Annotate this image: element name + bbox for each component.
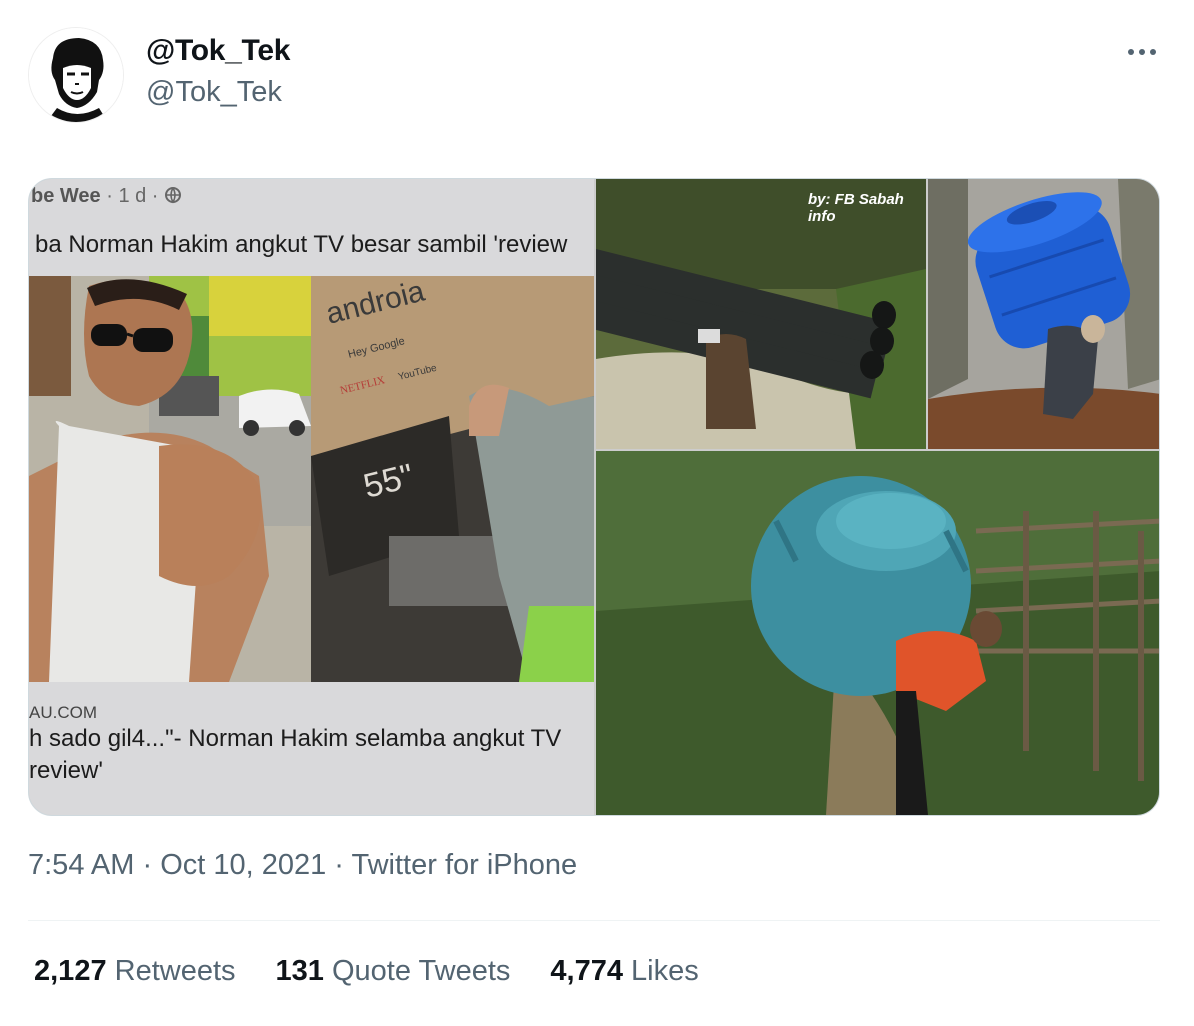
display-name[interactable]: @Tok_Tek bbox=[146, 34, 290, 68]
engagement-stats: 2,127 Retweets 131 Quote Tweets 4,774 Li… bbox=[34, 955, 699, 988]
tweet-timestamp: 7:54 AM · Oct 10, 2021 · Twitter for iPh… bbox=[28, 849, 577, 882]
retweets-label: Retweets bbox=[114, 955, 236, 987]
post-author: be Wee bbox=[31, 185, 101, 207]
likes-label: Likes bbox=[631, 955, 699, 987]
photo-credit: by: FB Sabah info bbox=[808, 191, 904, 225]
timestamp-separator: · bbox=[134, 849, 161, 881]
avatar-portrait-icon bbox=[29, 28, 123, 122]
globe-icon bbox=[165, 187, 182, 204]
media-photo-water-tank[interactable] bbox=[928, 179, 1159, 449]
quote-tweets-label: Quote Tweets bbox=[331, 955, 511, 987]
user-handle[interactable]: @Tok_Tek bbox=[146, 76, 282, 109]
tweet: @Tok_Tek @Tok_Tek be Wee · 1 d · ba Norm… bbox=[0, 0, 1194, 1026]
quote-tweets-stat[interactable]: 131 Quote Tweets bbox=[276, 955, 511, 988]
more-dot bbox=[1128, 49, 1134, 55]
more-dot bbox=[1150, 49, 1156, 55]
media-photo-pipes[interactable]: by: FB Sabah info bbox=[596, 179, 926, 449]
tweet-source-link[interactable]: Twitter for iPhone bbox=[352, 849, 578, 881]
post-meta: be Wee · 1 d · bbox=[31, 185, 182, 208]
retweets-stat[interactable]: 2,127 Retweets bbox=[34, 955, 236, 988]
post-time: · 1 d · bbox=[106, 185, 159, 207]
tweet-media[interactable]: be Wee · 1 d · ba Norman Hakim angkut TV… bbox=[28, 178, 1160, 816]
tweet-time[interactable]: 7:54 AM bbox=[28, 849, 134, 881]
tweet-date[interactable]: Oct 10, 2021 bbox=[160, 849, 326, 881]
media-photo-green-tank[interactable] bbox=[596, 451, 1159, 815]
more-options-icon[interactable] bbox=[1118, 36, 1166, 68]
likes-count: 4,774 bbox=[550, 955, 623, 987]
link-title-line: h sado gil4..."- Norman Hakim selamba an… bbox=[29, 725, 562, 752]
link-title: h sado gil4..."- Norman Hakim selamba an… bbox=[29, 723, 594, 787]
likes-stat[interactable]: 4,774 Likes bbox=[550, 955, 698, 988]
avatar[interactable] bbox=[28, 27, 124, 123]
divider bbox=[28, 920, 1160, 921]
media-screenshot[interactable]: be Wee · 1 d · ba Norman Hakim angkut TV… bbox=[29, 179, 594, 815]
post-headline: ba Norman Hakim angkut TV besar sambil '… bbox=[35, 231, 568, 258]
retweets-count: 2,127 bbox=[34, 955, 107, 987]
more-dot bbox=[1139, 49, 1145, 55]
post-photo: androia Hey Google NETFLIX YouTube 55" bbox=[29, 276, 594, 682]
quote-tweets-count: 131 bbox=[275, 955, 324, 987]
link-title-line: review' bbox=[29, 757, 103, 784]
timestamp-separator: · bbox=[326, 849, 352, 881]
link-domain: AU.COM bbox=[29, 703, 97, 722]
